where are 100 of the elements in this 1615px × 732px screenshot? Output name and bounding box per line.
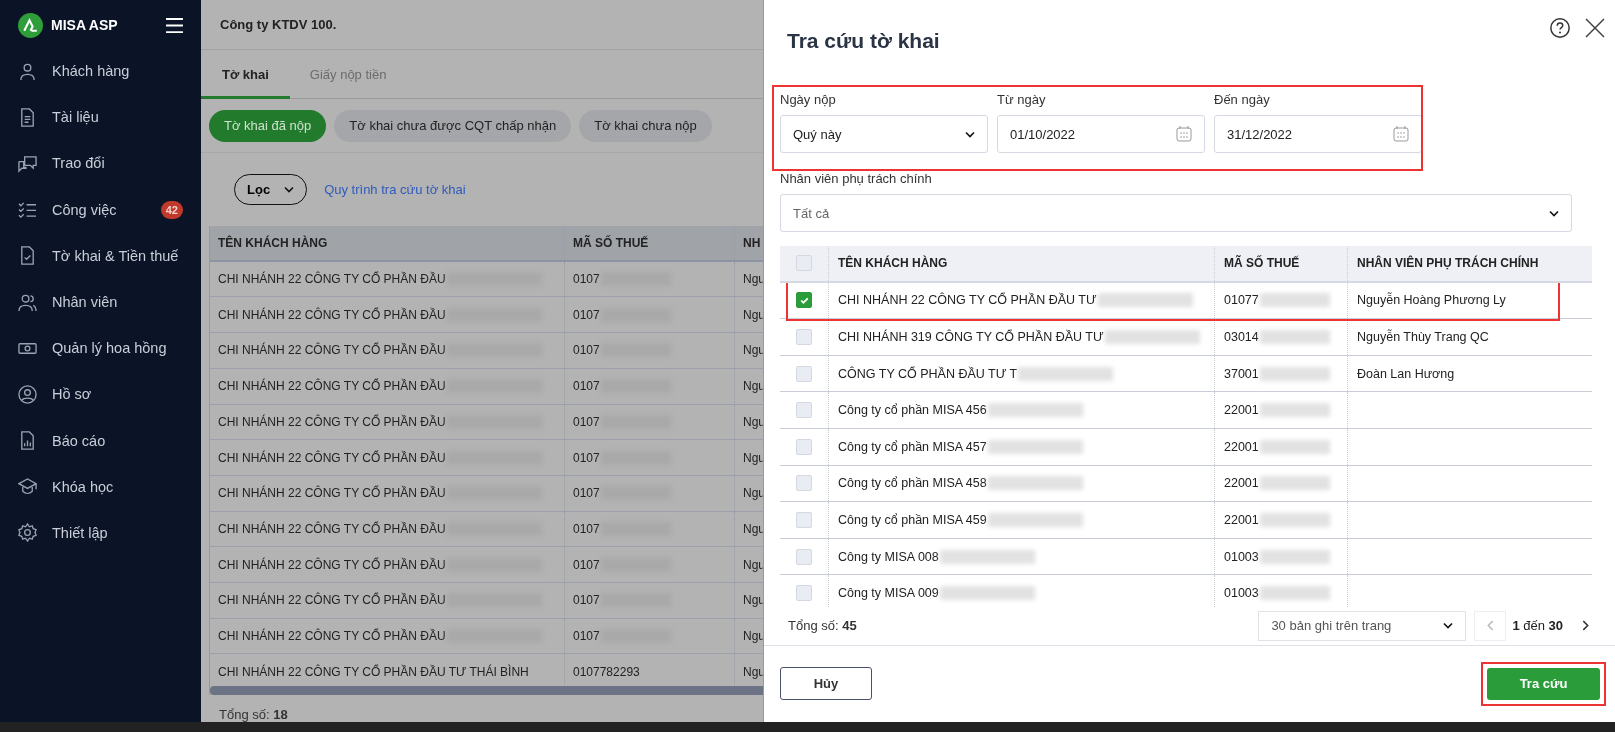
search-button[interactable]: Tra cứu — [1487, 667, 1600, 700]
table-cell: 22001 — [1224, 512, 1259, 527]
filter-chip[interactable]: Tờ khai chưa nộp — [579, 109, 712, 142]
table-cell: CHI NHÁNH 22 CÔNG TY CỔ PHẦN ĐẦU — [218, 414, 446, 429]
cancel-button[interactable]: Hủy — [780, 667, 872, 701]
field-label: Nhân viên phụ trách chính — [780, 171, 932, 186]
table-cell: CHI NHÁNH 22 CÔNG TY CỔ PHẦN ĐẦU — [218, 557, 446, 572]
table-cell: CHI NHÁNH 22 CÔNG TY CỔ PHẦN ĐẦU — [218, 486, 446, 501]
blurred-text — [1259, 366, 1330, 381]
chevron-down-icon — [1443, 622, 1454, 630]
sidebar-item[interactable]: Quản lý hoa hồng — [0, 325, 201, 372]
count-badge: 42 — [160, 200, 183, 219]
table-cell: Đoàn Lan Hương — [1357, 366, 1455, 381]
sidebar-item[interactable]: Khóa học — [0, 463, 201, 510]
sidebar-item[interactable]: Tài liệu — [0, 94, 201, 141]
table-cell: 0107 — [573, 557, 600, 572]
column-header: TÊN KHÁCH HÀNG — [829, 246, 1215, 281]
logo-icon — [18, 12, 43, 38]
blurred-text — [1259, 512, 1330, 527]
blurred-text — [1259, 549, 1330, 564]
sidebar-item[interactable]: Trao đổi — [0, 140, 201, 187]
table-cell: CHI NHÁNH 22 CÔNG TY CỔ PHẦN ĐẦU — [218, 628, 446, 643]
table-cell: 0107 — [573, 628, 600, 643]
dialog-title: Tra cứu tờ khai — [786, 29, 941, 53]
report-icon — [18, 431, 37, 451]
blurred-text — [1259, 403, 1330, 418]
sidebar-item[interactable]: Công việc 42 — [0, 186, 201, 233]
table-cell: 0107 — [573, 379, 600, 394]
date-field[interactable]: 31/12/2022 — [1214, 115, 1422, 153]
table-cell: 0107 — [573, 593, 600, 608]
sidebar-item[interactable]: Nhân viên — [0, 278, 201, 326]
table-cell: 0107 — [573, 414, 600, 429]
chevron-left-icon — [1486, 620, 1494, 632]
menu-icon[interactable] — [166, 17, 183, 33]
table-cell: CHI NHÁNH 22 CÔNG TY CỔ PHẦN ĐẦU — [218, 343, 446, 358]
table-cell: Công ty cổ phần MISA 458 — [838, 476, 987, 491]
chevron-down-icon — [965, 130, 975, 138]
document-icon — [18, 107, 37, 127]
table-cell: 22001 — [1224, 476, 1259, 491]
table-cell: Công ty MISA 008 — [838, 549, 939, 564]
help-icon[interactable] — [1549, 17, 1571, 39]
column-header: MÃ SỐ THUẾ — [1215, 246, 1348, 281]
blurred-text — [1259, 293, 1330, 308]
blurred-text — [1259, 586, 1330, 601]
tab[interactable]: Tờ khai — [201, 67, 290, 100]
table-cell: 37001 — [1224, 366, 1259, 381]
checkbox[interactable] — [796, 292, 812, 309]
table-cell: CHI NHÁNH 22 CÔNG TY CỔ PHẦN ĐẦU — [218, 521, 446, 536]
column-header: MÃ SỐ THUẾ — [565, 225, 735, 260]
previous-page-button[interactable] — [1474, 610, 1507, 641]
chevron-down-icon — [284, 185, 295, 193]
sidebar-item[interactable]: Thiết lập — [0, 509, 201, 557]
app-name: MISA ASP — [51, 17, 119, 33]
table-cell: Nguyễn Hoàng Phương Ly — [1357, 293, 1506, 308]
field-label: Đến ngày — [1214, 92, 1271, 107]
total-count: Tổng số: 45 — [788, 618, 858, 634]
chat-icon — [18, 153, 37, 173]
profile-icon — [18, 384, 37, 404]
table-cell: CÔNG TY CỔ PHẦN ĐẦU TƯ T — [838, 366, 1018, 381]
column-header: TÊN KHÁCH HÀNG — [210, 225, 565, 260]
field-label: Từ ngày — [997, 92, 1047, 107]
table-cell: 0107 — [573, 521, 600, 536]
sidebar-item[interactable]: Báo cáo — [0, 417, 201, 464]
total-count: Tổng số: 18 — [218, 706, 289, 722]
people-icon — [18, 292, 37, 312]
filter-chip[interactable]: Tờ khai đã nộp — [209, 109, 327, 142]
field-label: Ngày nộp — [780, 92, 837, 107]
staff-select[interactable]: Tất cả — [780, 194, 1572, 232]
table-cell: 01003 — [1224, 586, 1259, 601]
close-icon[interactable] — [1585, 18, 1605, 38]
date-field[interactable]: 01/10/2022 — [997, 115, 1205, 153]
table-cell: CHI NHÁNH 22 CÔNG TY CỔ PHẦN ĐẦU — [218, 307, 446, 322]
sidebar-item[interactable]: Hồ sơ — [0, 371, 201, 418]
table-cell: Công ty cổ phần MISA 457 — [838, 439, 987, 454]
calendar-icon — [1176, 126, 1192, 142]
table-cell: CHI NHÁNH 22 CÔNG TY CỔ PHẦN ĐẦU — [218, 272, 446, 287]
table-cell: CHI NHÁNH 22 CÔNG TY CỔ PHẦN ĐẦU — [218, 450, 446, 465]
filter-chip[interactable]: Tờ khai chưa được CQT chấp nhận — [334, 109, 572, 142]
period-select[interactable]: Quý này — [780, 115, 988, 153]
checklist-icon — [18, 200, 37, 220]
blurred-text — [1259, 439, 1330, 454]
sidebar-item[interactable]: Khách hàng — [0, 48, 201, 95]
sidebar-item[interactable]: Tờ khai & Tiền thuế — [0, 232, 201, 279]
column-header: NHÂN VIÊN PHỤ TRÁCH CHÍNH — [1356, 254, 1540, 273]
settings-icon — [18, 523, 37, 543]
table-cell: CHI NHÁNH 319 CÔNG TY CỔ PHẦN ĐẦU TƯ — [838, 330, 1104, 344]
table-cell: Công ty MISA 009 — [838, 586, 939, 601]
person-icon — [18, 61, 37, 81]
chevron-down-icon — [1549, 209, 1559, 217]
table-cell: CHI NHÁNH 22 CÔNG TY CỔ PHẦN ĐẦU TƯ THÁI BÌNH — [218, 664, 529, 679]
graduation-cap-icon — [18, 477, 37, 497]
page-size-select[interactable]: 30 bản ghi trên trang — [1258, 610, 1467, 641]
page-range: 1 đến 30 — [1511, 618, 1564, 634]
blurred-text — [1259, 476, 1330, 491]
calendar-icon — [1393, 126, 1409, 142]
table-cell: 0107782293 — [573, 664, 640, 679]
blurred-text — [1259, 330, 1330, 344]
document-check-icon — [18, 246, 37, 266]
table-cell: CHI NHÁNH 22 CÔNG TY CỔ PHẦN ĐẦU TƯ — [838, 293, 1097, 308]
column-header: NH — [742, 234, 762, 252]
